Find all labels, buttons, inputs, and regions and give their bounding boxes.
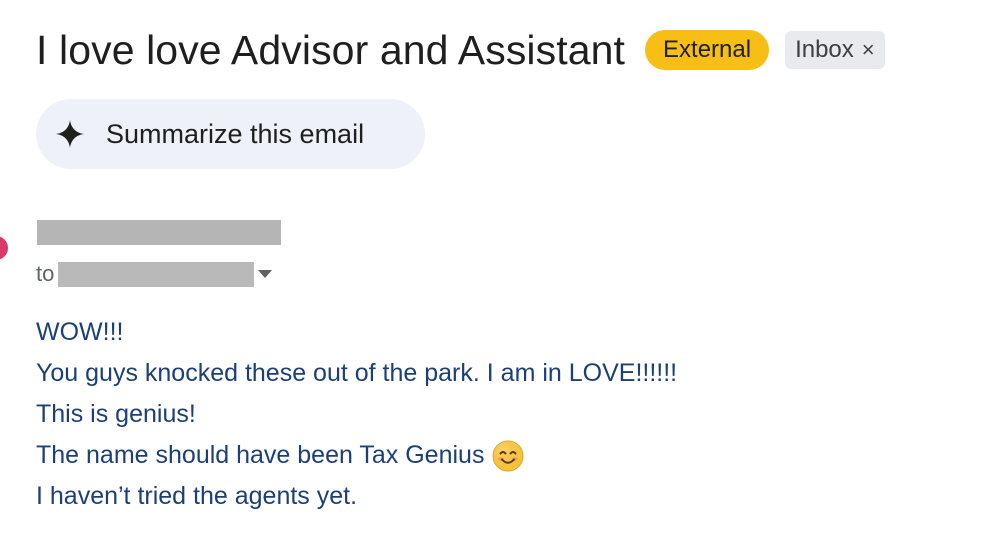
redacted-recipients <box>58 261 255 287</box>
remove-label-icon[interactable]: × <box>862 31 875 69</box>
redacted-sender-name <box>37 220 281 245</box>
email-subject-row: I love love Advisor and Assistant Extern… <box>36 22 885 78</box>
show-details-caret-icon[interactable] <box>258 270 273 278</box>
external-label-badge: External <box>645 30 770 70</box>
body-line: You guys knocked these out of the park. … <box>36 359 678 387</box>
body-line: I haven’t tried the agents yet. <box>36 482 358 510</box>
body-line-text: The name should have been Tax Genius <box>36 441 485 469</box>
summarize-email-label: Summarize this email <box>106 118 365 149</box>
recipients-row: to <box>36 261 273 287</box>
email-subject: I love love Advisor and Assistant <box>36 27 626 73</box>
body-line: WOW!!! <box>36 318 124 346</box>
sparkle-icon <box>56 120 84 148</box>
email-body: WOW!!! You guys knocked these out of the… <box>36 312 677 517</box>
smiling-face-icon <box>492 440 524 471</box>
summarize-email-button[interactable]: Summarize this email <box>36 99 425 169</box>
body-line: This is genius! <box>36 400 196 428</box>
inbox-label-chip[interactable]: Inbox × <box>785 31 885 69</box>
to-label: to <box>36 261 55 286</box>
sender-avatar[interactable] <box>0 236 8 260</box>
body-line-with-emoji: The name should have been Tax Genius <box>36 435 677 476</box>
inbox-label-text: Inbox <box>795 36 854 63</box>
